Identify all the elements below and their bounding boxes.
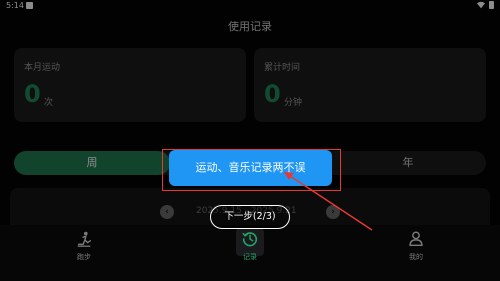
nav-item-me[interactable]: 我的 [396, 230, 436, 262]
person-icon [409, 231, 423, 247]
history-icon [242, 232, 258, 247]
nav-label-record: 记录 [243, 253, 257, 261]
nav-label-me: 我的 [409, 253, 423, 261]
runner-icon [77, 231, 92, 247]
nav-item-run[interactable]: 跑步 [64, 230, 104, 262]
onboarding-tooltip: 运动、音乐记录两不误 [169, 150, 332, 186]
nav-label-run: 跑步 [77, 253, 91, 261]
onboarding-next-button[interactable]: 下一步(2/3) [210, 205, 290, 229]
nav-item-record[interactable]: 记录 [230, 230, 270, 262]
